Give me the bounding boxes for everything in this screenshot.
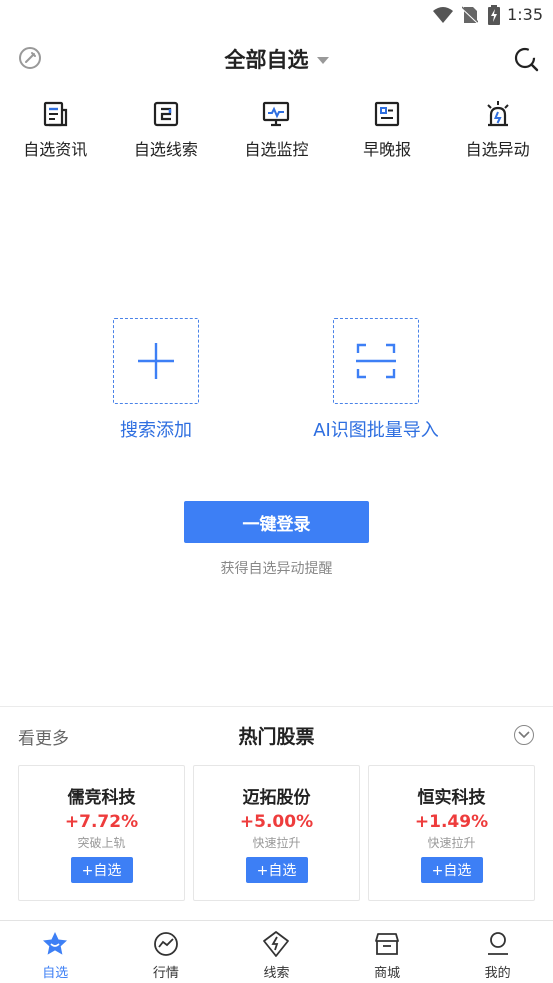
- hot-stocks-title: 热门股票: [238, 726, 315, 748]
- ai-import-button[interactable]: [333, 318, 419, 404]
- hot-stock-cards: 儒竞科技 +7.72% 突破上轨 +自选 迈拓股份 +5.00% 快速拉升 +自…: [18, 765, 535, 901]
- plus-icon: [138, 343, 174, 379]
- quick-entry-label: 自选资讯: [23, 140, 88, 159]
- quick-entry-alerts[interactable]: 自选异动: [448, 100, 548, 160]
- wifi-icon: [433, 7, 453, 23]
- watchlist-group-selector[interactable]: 全部自选: [225, 44, 329, 74]
- stock-tag: 快速拉升: [252, 836, 301, 850]
- profile-icon: [487, 932, 508, 955]
- nav-label: 我的: [484, 966, 511, 981]
- quick-entries: 自选资讯 自选线索 自选监控 早晚报 自选异动: [0, 100, 553, 160]
- monitor-icon: [263, 101, 290, 127]
- nav-tab-profile[interactable]: 我的: [442, 921, 553, 983]
- clue-icon: [153, 101, 178, 127]
- status-bar: 1:35: [0, 0, 553, 30]
- stock-change: +5.00%: [239, 812, 314, 832]
- hot-stock-card[interactable]: 迈拓股份 +5.00% 快速拉升 +自选: [193, 765, 360, 901]
- nav-tab-shop[interactable]: 商城: [332, 921, 443, 983]
- nav-tab-market[interactable]: 行情: [111, 921, 222, 983]
- star-icon: [43, 932, 68, 955]
- page-title: 全部自选: [224, 48, 309, 72]
- hot-stock-card[interactable]: 儒竞科技 +7.72% 突破上轨 +自选: [18, 765, 185, 901]
- alarm-icon: [486, 101, 509, 127]
- bottom-nav: 自选 行情 线索 商城 我的: [0, 921, 553, 983]
- shop-icon: [375, 933, 399, 955]
- trend-icon: [153, 932, 178, 956]
- no-sim-icon: [462, 6, 478, 24]
- lightning-icon: [263, 931, 290, 957]
- quick-entry-label: 早晚报: [363, 140, 412, 159]
- quick-entry-label: 自选异动: [465, 140, 530, 159]
- chevron-down-icon: [518, 731, 530, 739]
- battery-charging-icon: [488, 5, 500, 25]
- ai-import-label[interactable]: AI识图批量导入: [296, 416, 456, 442]
- chevron-down-icon: [316, 56, 329, 64]
- quick-entry-news[interactable]: 自选资讯: [5, 100, 105, 160]
- stock-change: +7.72%: [64, 812, 139, 832]
- quick-entry-clues[interactable]: 自选线索: [116, 100, 216, 160]
- expand-button[interactable]: [514, 725, 534, 745]
- hot-stock-card[interactable]: 恒实科技 +1.49% 快速拉升 +自选: [368, 765, 535, 901]
- quick-entry-label: 自选监控: [244, 140, 309, 159]
- news-icon: [44, 101, 68, 127]
- one-click-login-button[interactable]: 一键登录: [184, 501, 369, 543]
- nav-label: 线索: [263, 966, 290, 981]
- nav-label: 商城: [374, 966, 401, 981]
- search-add-button[interactable]: [113, 318, 199, 404]
- search-add-label[interactable]: 搜索添加: [96, 416, 216, 442]
- scan-icon: [356, 343, 396, 379]
- quick-entry-monitor[interactable]: 自选监控: [226, 100, 326, 160]
- add-to-watchlist-button[interactable]: +自选: [70, 857, 133, 883]
- nav-tab-clues[interactable]: 线索: [221, 921, 332, 983]
- stock-name: 儒竞科技: [67, 788, 136, 808]
- stock-name: 迈拓股份: [242, 788, 311, 808]
- nav-label: 行情: [152, 966, 179, 981]
- report-icon: [374, 101, 400, 127]
- search-icon[interactable]: [513, 46, 539, 72]
- stock-name: 恒实科技: [417, 788, 486, 808]
- nav-label: 自选: [42, 966, 69, 981]
- stock-change: +1.49%: [414, 812, 489, 832]
- quick-entry-label: 自选线索: [133, 140, 198, 159]
- add-to-watchlist-button[interactable]: +自选: [245, 857, 308, 883]
- nav-tab-watchlist[interactable]: 自选: [0, 921, 111, 983]
- section-divider: [0, 706, 553, 707]
- watchlist-title: 全部自选: [0, 44, 553, 74]
- stock-tag: 快速拉升: [427, 836, 476, 850]
- status-time: 1:35: [507, 5, 543, 24]
- stock-tag: 突破上轨: [77, 836, 126, 850]
- quick-entry-report[interactable]: 早晚报: [337, 100, 437, 160]
- add-to-watchlist-button[interactable]: +自选: [420, 857, 483, 883]
- login-hint: 获得自选异动提醒: [220, 561, 333, 577]
